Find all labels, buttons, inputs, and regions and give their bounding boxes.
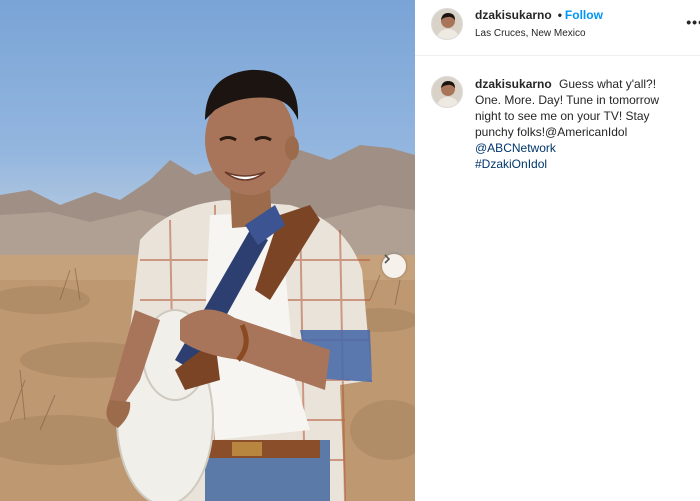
- avatar-icon: [432, 9, 462, 39]
- post-photo[interactable]: [0, 0, 415, 501]
- caption-avatar[interactable]: [431, 76, 463, 108]
- more-options-button[interactable]: •••: [686, 14, 700, 30]
- hashtag-link[interactable]: #DzakiOnIdol: [475, 157, 547, 171]
- separator-dot: •: [557, 8, 562, 22]
- header-line: dzakisukarno • Follow: [475, 8, 603, 22]
- caption-text: dzakisukarno Guess what y'all?! One. Mor…: [475, 76, 685, 172]
- caption-row: dzakisukarno Guess what y'all?! One. Mor…: [415, 56, 700, 172]
- post-photo-illustration: [0, 69, 415, 501]
- post-header: dzakisukarno • Follow Las Cruces, New Mexi…: [415, 0, 700, 56]
- next-photo-button[interactable]: [382, 254, 406, 278]
- follow-button[interactable]: Follow: [565, 8, 603, 22]
- location-link[interactable]: Las Cruces, New Mexico: [475, 28, 586, 39]
- mention-link[interactable]: @ABCNetwork: [475, 141, 556, 155]
- caption-username[interactable]: dzakisukarno: [475, 77, 552, 91]
- post-sidebar: dzakisukarno • Follow Las Cruces, New Mexi…: [415, 0, 700, 501]
- author-avatar[interactable]: [431, 8, 463, 40]
- author-username[interactable]: dzakisukarno: [475, 8, 552, 22]
- avatar-icon: [432, 77, 462, 107]
- chevron-right-icon: [384, 254, 391, 264]
